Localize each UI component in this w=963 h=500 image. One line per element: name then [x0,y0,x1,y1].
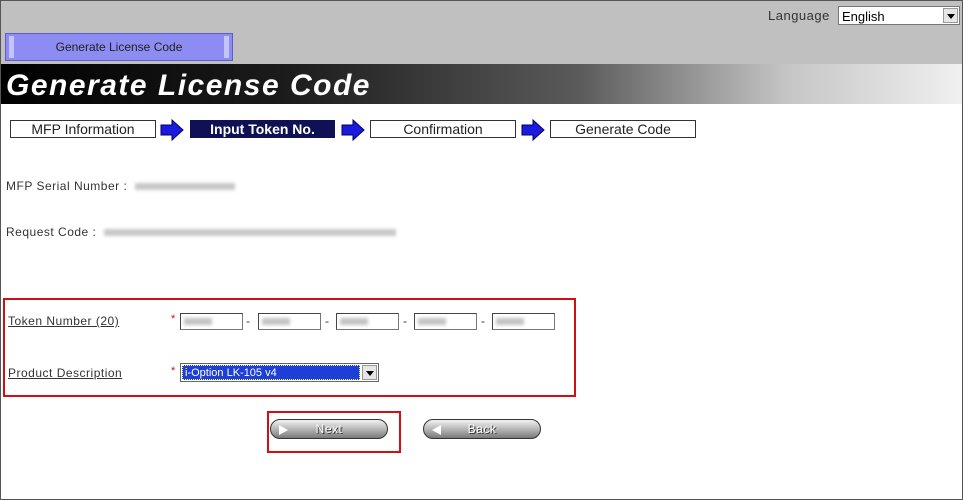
back-button-label: Back [467,422,497,436]
token-separator: - [403,314,407,328]
product-description-label: Product Description [8,366,123,380]
required-marker: * [171,365,176,377]
token-input-5[interactable] [492,313,555,330]
step-mfp-information: MFP Information [10,120,156,138]
request-code-row: Request Code : [6,225,397,239]
next-button-label: Next [315,422,343,436]
token-input-2[interactable] [258,313,321,330]
step-confirmation: Confirmation [370,120,516,138]
language-label: Language [768,8,830,23]
language-select-value: English [842,9,885,24]
token-separator: - [246,314,250,328]
language-select[interactable]: English [838,6,960,25]
token-number-label: Token Number (20) [8,314,120,328]
token-input-4[interactable] [414,313,477,330]
serial-number-row: MFP Serial Number : [6,179,236,193]
token-input-1[interactable] [180,313,243,330]
next-button[interactable]: Next [270,419,388,439]
step-input-token: Input Token No. [190,120,335,138]
chevron-down-icon[interactable] [943,8,958,23]
step-arrow-icon [160,118,184,142]
token-separator: - [481,314,485,328]
product-description-value: i-Option LK-105 v4 [182,365,360,380]
page-title: Generate License Code [6,69,371,102]
request-code-label: Request Code : [6,225,97,239]
back-button[interactable]: Back [423,419,541,439]
back-arrow-icon [432,425,441,435]
step-generate-code: Generate Code [550,120,696,138]
menu-tab-generate-license-code[interactable]: Generate License Code [5,33,233,61]
step-arrow-icon [521,118,545,142]
serial-number-label: MFP Serial Number : [6,179,128,193]
token-input-3[interactable] [336,313,399,330]
token-separator: - [325,314,329,328]
required-marker: * [171,313,176,325]
step-arrow-icon [341,118,365,142]
play-arrow-icon [279,425,288,435]
product-description-select[interactable]: i-Option LK-105 v4 [180,363,379,382]
chevron-down-icon[interactable] [362,365,377,380]
serial-number-value-redacted [135,183,236,191]
request-code-value-redacted [104,229,397,237]
title-bar: Generate License Code [1,64,962,104]
